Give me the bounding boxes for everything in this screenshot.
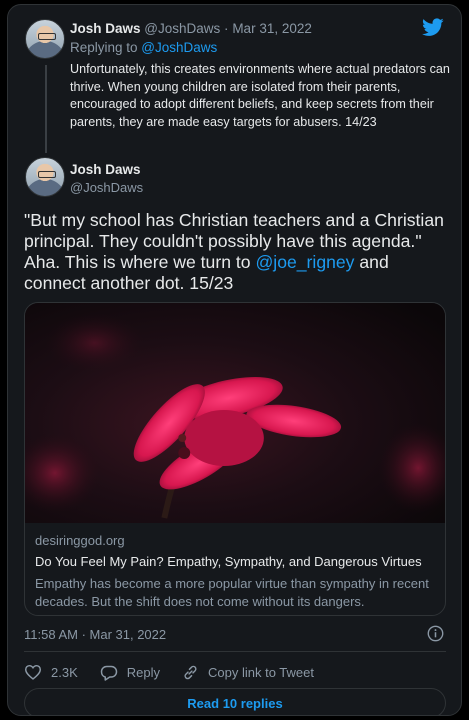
avatar[interactable] [25,19,65,59]
reply-button[interactable]: Reply [100,664,160,681]
reply-icon [100,665,117,681]
author-name[interactable]: Josh Daws [70,21,141,36]
twitter-bird-icon[interactable] [422,18,444,37]
divider [24,651,446,652]
card-title: Do You Feel My Pain? Empathy, Sympathy, … [35,554,422,569]
author-handle[interactable]: @JoshDaws [70,180,143,195]
tweet-date[interactable]: Mar 31, 2022 [232,21,312,36]
replying-to: Replying to @JoshDaws [70,40,217,55]
thread-connector-line [45,65,47,153]
read-replies-button[interactable]: Read 10 replies [24,688,446,715]
info-icon[interactable] [427,625,444,642]
tweet-header: Josh Daws @JoshDaws · Mar 31, 2022 [70,21,312,36]
card-description: Empathy has become a more popular virtue… [35,576,429,609]
tweet-text: Unfortunately, this creates environments… [70,62,450,129]
separator: · [224,21,229,36]
like-count: 2.3K [51,664,78,680]
tweet-timestamp[interactable]: 11:58 AM · Mar 31, 2022 [24,627,166,642]
copy-link-label: Copy link to Tweet [208,664,314,680]
replying-to-label: Replying to [70,40,142,55]
link-icon [184,665,197,679]
avatar[interactable] [25,157,65,197]
card-domain: desiringgod.org [35,533,125,548]
like-button[interactable]: 2.3K [24,664,78,680]
author-handle[interactable]: @JoshDaws [144,21,220,36]
flower-image [25,303,445,523]
copy-link-button[interactable]: Copy link to Tweet [182,664,314,681]
tweet-text: "But my school has Christian teachers an… [24,210,454,294]
tweet-embed-card: Josh Daws @JoshDaws · Mar 31, 2022 Reply… [7,4,462,716]
reply-label: Reply [126,664,160,680]
tweet-actions: 2.3K Reply Copy link to Tweet [24,661,336,683]
heart-icon [24,664,42,680]
replying-to-handle[interactable]: @JoshDaws [141,40,217,55]
link-preview-card[interactable]: desiringgod.org Do You Feel My Pain? Emp… [24,302,446,616]
author-name[interactable]: Josh Daws [70,162,141,177]
mention-link[interactable]: @joe_rigney [255,252,354,272]
